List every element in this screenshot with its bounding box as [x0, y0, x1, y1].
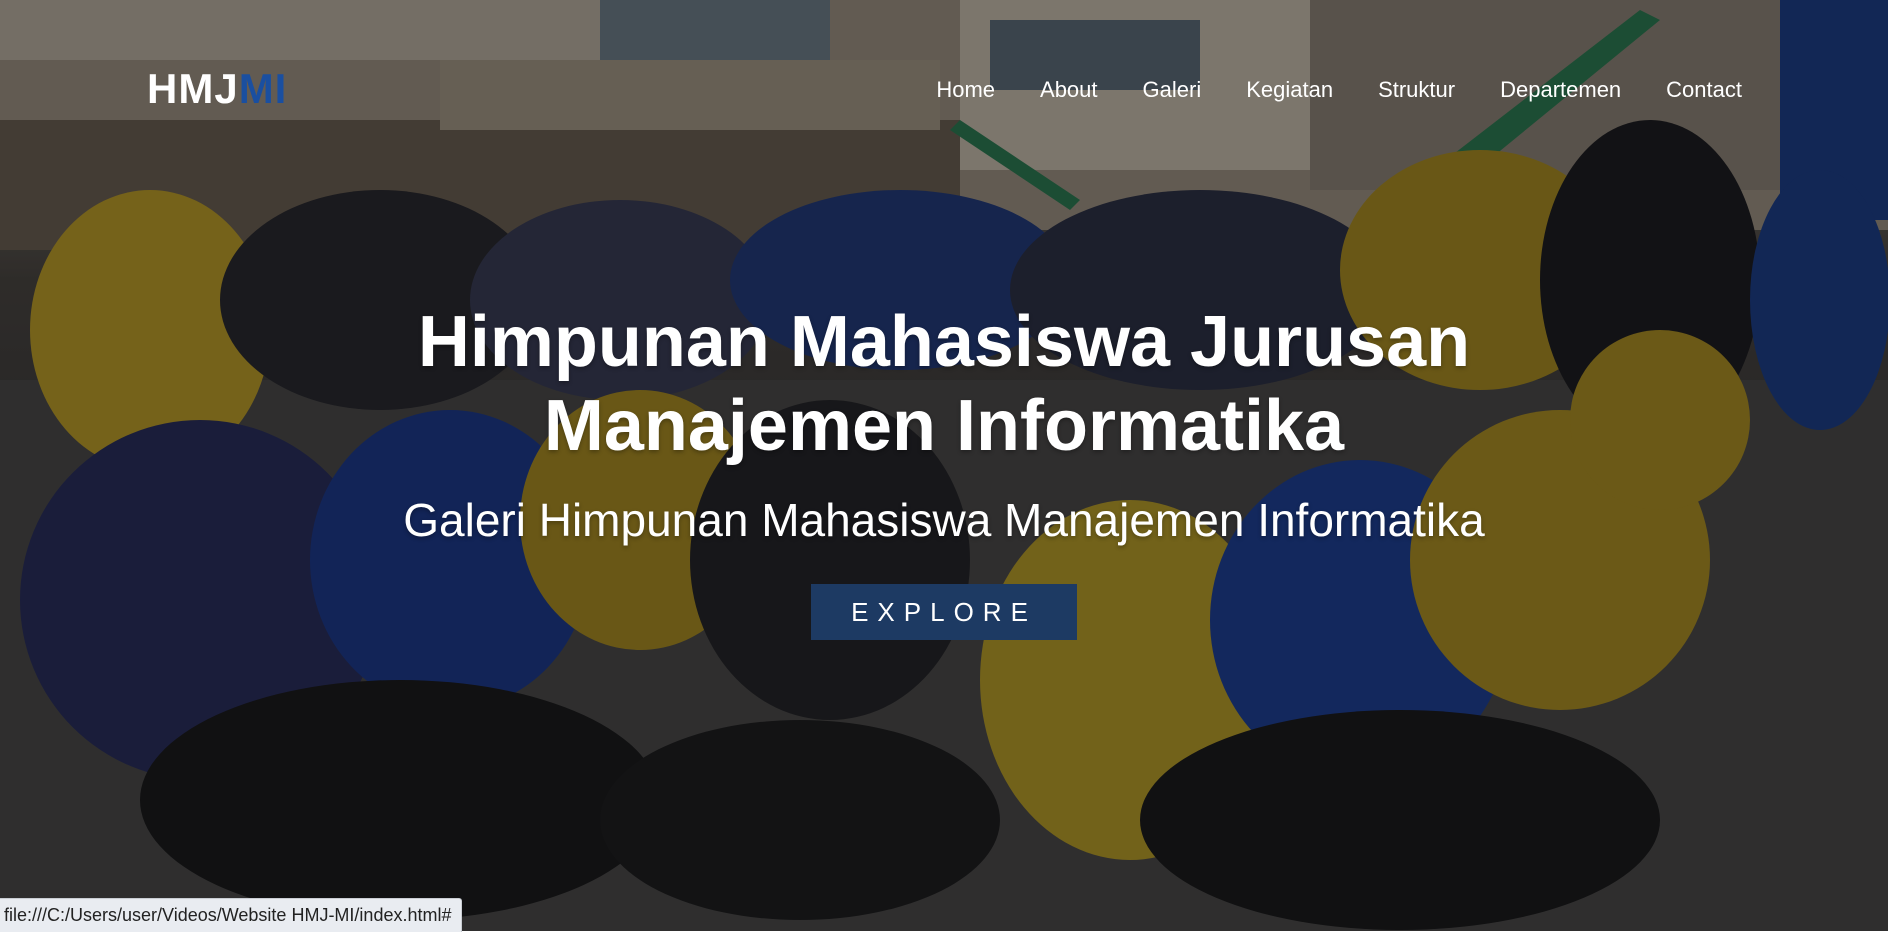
nav-item-about[interactable]: About — [1040, 74, 1098, 106]
nav-item-kegiatan[interactable]: Kegiatan — [1246, 74, 1333, 106]
hero-title: Himpunan Mahasiswa Jurusan Manajemen Inf… — [417, 302, 1471, 466]
browser-status-bar: file:///C:/Users/user/Videos/Website HMJ… — [0, 898, 463, 932]
site-logo[interactable]: HMJMI — [147, 64, 287, 114]
navbar: HMJMI Home About Galeri Kegiatan Struktu… — [0, 0, 1888, 180]
logo-text-hmj: HMJ — [147, 65, 239, 112]
nav-item-galeri[interactable]: Galeri — [1143, 74, 1202, 106]
nav-item-contact[interactable]: Contact — [1666, 74, 1742, 106]
explore-button[interactable]: EXPLORE — [811, 584, 1077, 640]
logo-text-mi: MI — [238, 65, 288, 112]
nav-item-home[interactable]: Home — [936, 74, 995, 106]
hero-section: HMJMI Home About Galeri Kegiatan Struktu… — [0, 0, 1888, 931]
nav-item-struktur[interactable]: Struktur — [1378, 74, 1455, 106]
hero-subtitle: Galeri Himpunan Mahasiswa Manajemen Info… — [403, 494, 1485, 546]
nav-item-departemen[interactable]: Departemen — [1500, 74, 1621, 106]
nav-menu: Home About Galeri Kegiatan Struktur Depa… — [891, 74, 1742, 106]
hero-content: Himpunan Mahasiswa Jurusan Manajemen Inf… — [0, 300, 1888, 640]
